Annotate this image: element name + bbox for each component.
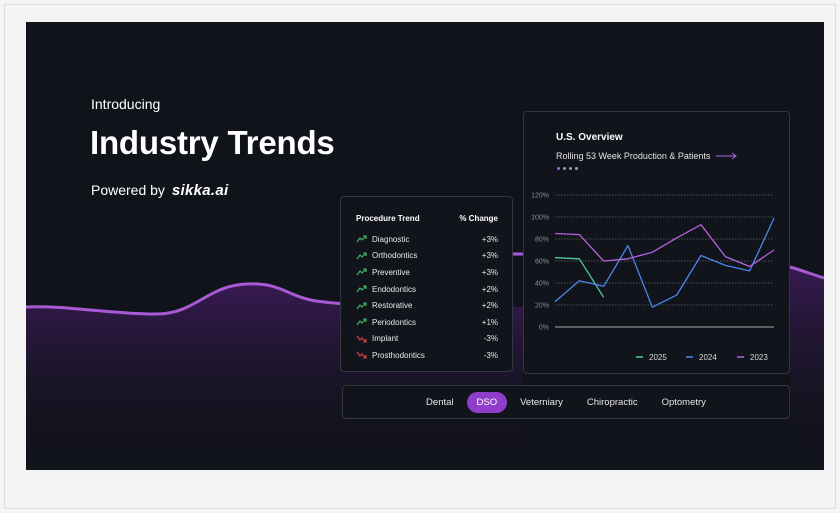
tab-optometry[interactable]: Optometry bbox=[651, 392, 717, 413]
svg-text:2023: 2023 bbox=[750, 353, 768, 362]
overview-subtitle-link[interactable]: Rolling 53 Week Production & Patients bbox=[556, 151, 738, 161]
procedure-name: Periodontics bbox=[372, 317, 417, 327]
procedure-change: -3% bbox=[483, 334, 498, 344]
legend-item-2024: 2024 bbox=[686, 353, 717, 362]
y-tick-label: 60% bbox=[535, 259, 549, 266]
hero-banner: Introducing Industry Trends Powered by s… bbox=[26, 22, 824, 470]
procedure-trend-list: Diagnostic +3% Orthodontics +3% Preventive +3… bbox=[356, 231, 498, 364]
svg-text:2025: 2025 bbox=[649, 353, 667, 362]
procedure-row-periodontics: Periodontics +1% bbox=[356, 314, 498, 331]
carousel-dot[interactable] bbox=[563, 167, 566, 170]
legend-item-2025: 2025 bbox=[636, 353, 667, 362]
trend-down-icon bbox=[356, 334, 372, 344]
procedure-row-preventive: Preventive +3% bbox=[356, 264, 498, 281]
powered-by-label: Powered by bbox=[91, 182, 165, 198]
percent-change-header-label: % Change bbox=[459, 214, 498, 223]
trend-up-icon bbox=[356, 234, 372, 244]
trend-up-icon bbox=[356, 317, 372, 327]
procedure-name: Preventive bbox=[372, 267, 410, 277]
arrow-right-icon bbox=[716, 152, 738, 160]
carousel-dot[interactable] bbox=[569, 167, 572, 170]
series-line-2025 bbox=[554, 257, 605, 298]
y-tick-label: 40% bbox=[535, 281, 549, 288]
procedure-trend-header-label: Procedure Trend bbox=[356, 214, 420, 223]
procedure-change: +2% bbox=[481, 301, 498, 311]
y-tick-label: 0% bbox=[539, 325, 549, 332]
trend-up-icon bbox=[356, 284, 372, 294]
carousel-dot[interactable] bbox=[557, 167, 560, 170]
procedure-name: Restorative bbox=[372, 301, 413, 311]
trend-down-icon bbox=[356, 350, 372, 360]
powered-by: Powered by sikka.ai bbox=[91, 182, 228, 199]
hero-intro: Introducing bbox=[91, 96, 161, 112]
procedure-trend-header: Procedure Trend % Change bbox=[356, 214, 498, 223]
tab-dental[interactable]: Dental bbox=[415, 392, 464, 413]
us-overview-card: U.S. Overview Rolling 53 Week Production… bbox=[523, 111, 790, 374]
procedure-trend-card: Procedure Trend % Change Diagnostic +3% Or… bbox=[340, 196, 513, 372]
procedure-change: +3% bbox=[481, 234, 498, 244]
procedure-row-orthodontics: Orthodontics +3% bbox=[356, 248, 498, 265]
carousel-dot[interactable] bbox=[575, 167, 578, 170]
procedure-change: +2% bbox=[481, 284, 498, 294]
y-tick-label: 120% bbox=[531, 193, 549, 200]
procedure-row-restorative: Restorative +2% bbox=[356, 297, 498, 314]
procedure-name: Prosthodontics bbox=[372, 350, 425, 360]
procedure-change: +3% bbox=[481, 267, 498, 277]
industry-tab-bar: Dental DSO Veterniary Chiropractic Optometry bbox=[342, 385, 790, 419]
procedure-row-prosthodontics: Prosthodontics -3% bbox=[356, 347, 498, 364]
overview-title: U.S. Overview bbox=[556, 132, 623, 143]
procedure-name: Orthodontics bbox=[372, 251, 418, 261]
procedure-name: Endodontics bbox=[372, 284, 417, 294]
procedure-row-diagnostic: Diagnostic +3% bbox=[356, 231, 498, 248]
y-tick-label: 100% bbox=[531, 215, 549, 222]
svg-text:2024: 2024 bbox=[699, 353, 717, 362]
tab-chiropractic[interactable]: Chiropractic bbox=[576, 392, 649, 413]
procedure-row-endodontics: Endodontics +2% bbox=[356, 281, 498, 298]
page-frame: Introducing Industry Trends Powered by s… bbox=[4, 4, 836, 509]
trend-up-icon bbox=[356, 301, 372, 311]
tab-veterniary[interactable]: Veterniary bbox=[509, 392, 574, 413]
procedure-change: +1% bbox=[481, 317, 498, 327]
procedure-row-implant: Implant -3% bbox=[356, 331, 498, 348]
series-line-2023 bbox=[554, 224, 775, 268]
procedure-name: Diagnostic bbox=[372, 234, 410, 244]
overview-line-chart: 120% 100% 80% 60% 40% 20% 0% 2025 2024 2023 bbox=[531, 193, 775, 362]
legend-item-2023: 2023 bbox=[737, 353, 768, 362]
procedure-name: Implant bbox=[372, 334, 399, 344]
overview-subtitle: Rolling 53 Week Production & Patients bbox=[556, 151, 711, 161]
procedure-change: -3% bbox=[483, 350, 498, 360]
procedure-change: +3% bbox=[481, 251, 498, 261]
carousel-dots bbox=[557, 167, 578, 170]
brand-logo: sikka.ai bbox=[171, 182, 229, 199]
y-tick-label: 80% bbox=[535, 237, 549, 244]
trend-up-icon bbox=[356, 267, 372, 277]
y-tick-label: 20% bbox=[535, 303, 549, 310]
page-title: Industry Trends bbox=[90, 124, 335, 161]
tab-dso[interactable]: DSO bbox=[466, 391, 508, 413]
trend-up-icon bbox=[356, 251, 372, 261]
